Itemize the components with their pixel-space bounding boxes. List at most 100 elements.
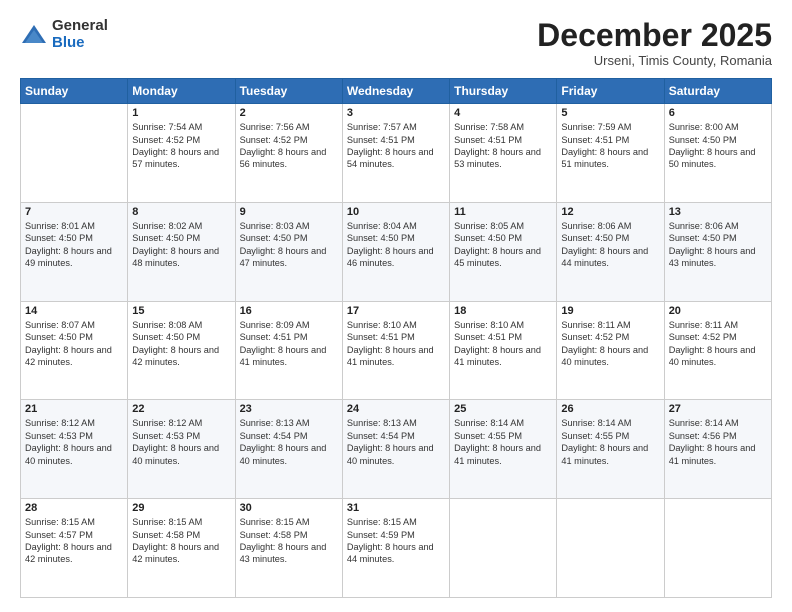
calendar-cell: 18Sunrise: 8:10 AMSunset: 4:51 PMDayligh… (450, 301, 557, 400)
header: General Blue December 2025 Urseni, Timis… (20, 18, 772, 68)
calendar-cell: 9 Sunrise: 8:03 AMSunset: 4:50 PMDaylight… (235, 202, 342, 301)
cell-info: Sunrise: 7:56 AMSunset: 4:52 PMDaylight:… (240, 121, 338, 171)
calendar-cell: 3Sunrise: 7:57 AMSunset: 4:51 PMDaylight… (342, 104, 449, 203)
day-number: 6 (669, 107, 767, 119)
cell-info: Sunrise: 7:58 AMSunset: 4:51 PMDaylight:… (454, 121, 552, 171)
day-number: 28 (25, 502, 123, 514)
calendar-cell: 5 Sunrise: 7:59 AMSunset: 4:51 PMDaylight… (557, 104, 664, 203)
cell-info: Sunrise: 7:54 AMSunset: 4:52 PMDaylight:… (132, 121, 230, 171)
cell-info: Sunrise: 8:15 AMSunset: 4:58 PMDaylight:… (240, 516, 338, 566)
weekday-header-wednesday: Wednesday (342, 79, 449, 104)
day-number: 8 (132, 206, 230, 218)
calendar-cell: 27Sunrise: 8:14 AMSunset: 4:56 PMDayligh… (664, 400, 771, 499)
calendar-cell: 8 Sunrise: 8:02 AMSunset: 4:50 PMDaylight… (128, 202, 235, 301)
day-number: 24 (347, 403, 445, 415)
cell-info: Sunrise: 8:08 AMSunset: 4:50 PMDaylight:… (132, 319, 230, 369)
logo-blue: Blue (52, 35, 108, 52)
day-number: 5 (561, 107, 659, 119)
day-number: 9 (240, 206, 338, 218)
cell-info: Sunrise: 8:05 AMSunset: 4:50 PMDaylight:… (454, 220, 552, 270)
calendar-cell: 26Sunrise: 8:14 AMSunset: 4:55 PMDayligh… (557, 400, 664, 499)
day-number: 4 (454, 107, 552, 119)
day-number: 16 (240, 305, 338, 317)
cell-info: Sunrise: 8:12 AMSunset: 4:53 PMDaylight:… (25, 417, 123, 467)
calendar-cell: 24 Sunrise: 8:13 AMSunset: 4:54 PMDayligh… (342, 400, 449, 499)
calendar-cell: 25Sunrise: 8:14 AMSunset: 4:55 PMDayligh… (450, 400, 557, 499)
calendar-cell (450, 499, 557, 598)
calendar-cell: 15 Sunrise: 8:08 AMSunset: 4:50 PMDayligh… (128, 301, 235, 400)
day-number: 15 (132, 305, 230, 317)
calendar-table: SundayMondayTuesdayWednesdayThursdayFrid… (20, 78, 772, 598)
cell-info: Sunrise: 8:00 AMSunset: 4:50 PMDaylight:… (669, 121, 767, 171)
logo-general: General (52, 18, 108, 35)
logo-text: General Blue (52, 18, 108, 51)
calendar-cell: 11 Sunrise: 8:05 AMSunset: 4:50 PMDayligh… (450, 202, 557, 301)
cell-info: Sunrise: 8:03 AMSunset: 4:50 PMDaylight:… (240, 220, 338, 270)
cell-info: Sunrise: 8:15 AMSunset: 4:57 PMDaylight:… (25, 516, 123, 566)
cell-info: Sunrise: 8:02 AMSunset: 4:50 PMDaylight:… (132, 220, 230, 270)
cell-info: Sunrise: 8:14 AMSunset: 4:56 PMDaylight:… (669, 417, 767, 467)
cell-info: Sunrise: 8:07 AMSunset: 4:50 PMDaylight:… (25, 319, 123, 369)
day-number: 19 (561, 305, 659, 317)
calendar-cell: 2 Sunrise: 7:56 AMSunset: 4:52 PMDaylight… (235, 104, 342, 203)
weekday-header-sunday: Sunday (21, 79, 128, 104)
day-number: 21 (25, 403, 123, 415)
calendar-cell: 28 Sunrise: 8:15 AMSunset: 4:57 PMDayligh… (21, 499, 128, 598)
calendar-cell: 16 Sunrise: 8:09 AMSunset: 4:51 PMDayligh… (235, 301, 342, 400)
calendar-cell: 10 Sunrise: 8:04 AMSunset: 4:50 PMDayligh… (342, 202, 449, 301)
day-number: 23 (240, 403, 338, 415)
calendar-cell: 12 Sunrise: 8:06 AMSunset: 4:50 PMDayligh… (557, 202, 664, 301)
day-number: 12 (561, 206, 659, 218)
week-row-5: 28 Sunrise: 8:15 AMSunset: 4:57 PMDayligh… (21, 499, 772, 598)
location-subtitle: Urseni, Timis County, Romania (537, 53, 772, 68)
logo-icon (20, 21, 48, 49)
day-number: 31 (347, 502, 445, 514)
calendar-cell: 22Sunrise: 8:12 AMSunset: 4:53 PMDayligh… (128, 400, 235, 499)
day-number: 22 (132, 403, 230, 415)
calendar-cell: 17 Sunrise: 8:10 AMSunset: 4:51 PMDayligh… (342, 301, 449, 400)
cell-info: Sunrise: 7:59 AMSunset: 4:51 PMDaylight:… (561, 121, 659, 171)
calendar-cell (557, 499, 664, 598)
day-number: 18 (454, 305, 552, 317)
cell-info: Sunrise: 8:11 AMSunset: 4:52 PMDaylight:… (561, 319, 659, 369)
week-row-4: 21 Sunrise: 8:12 AMSunset: 4:53 PMDayligh… (21, 400, 772, 499)
day-number: 2 (240, 107, 338, 119)
day-number: 10 (347, 206, 445, 218)
cell-info: Sunrise: 8:09 AMSunset: 4:51 PMDaylight:… (240, 319, 338, 369)
logo: General Blue (20, 18, 108, 51)
week-row-3: 14 Sunrise: 8:07 AMSunset: 4:50 PMDayligh… (21, 301, 772, 400)
cell-info: Sunrise: 8:11 AMSunset: 4:52 PMDaylight:… (669, 319, 767, 369)
title-block: December 2025 Urseni, Timis County, Roma… (537, 18, 772, 68)
day-number: 7 (25, 206, 123, 218)
calendar-cell: 23 Sunrise: 8:13 AMSunset: 4:54 PMDayligh… (235, 400, 342, 499)
calendar-cell: 19 Sunrise: 8:11 AMSunset: 4:52 PMDayligh… (557, 301, 664, 400)
cell-info: Sunrise: 8:01 AMSunset: 4:50 PMDaylight:… (25, 220, 123, 270)
weekday-header-thursday: Thursday (450, 79, 557, 104)
day-number: 1 (132, 107, 230, 119)
day-number: 25 (454, 403, 552, 415)
day-number: 20 (669, 305, 767, 317)
week-row-1: 1 Sunrise: 7:54 AMSunset: 4:52 PMDaylight… (21, 104, 772, 203)
cell-info: Sunrise: 8:06 AMSunset: 4:50 PMDaylight:… (669, 220, 767, 270)
calendar-cell (21, 104, 128, 203)
weekday-header-monday: Monday (128, 79, 235, 104)
day-number: 26 (561, 403, 659, 415)
calendar-cell: 13Sunrise: 8:06 AMSunset: 4:50 PMDayligh… (664, 202, 771, 301)
page: General Blue December 2025 Urseni, Timis… (0, 0, 792, 612)
weekday-header-friday: Friday (557, 79, 664, 104)
calendar-cell (664, 499, 771, 598)
cell-info: Sunrise: 8:15 AMSunset: 4:58 PMDaylight:… (132, 516, 230, 566)
day-number: 30 (240, 502, 338, 514)
calendar-cell: 14 Sunrise: 8:07 AMSunset: 4:50 PMDayligh… (21, 301, 128, 400)
day-number: 11 (454, 206, 552, 218)
cell-info: Sunrise: 8:04 AMSunset: 4:50 PMDaylight:… (347, 220, 445, 270)
day-number: 17 (347, 305, 445, 317)
cell-info: Sunrise: 8:13 AMSunset: 4:54 PMDaylight:… (347, 417, 445, 467)
cell-info: Sunrise: 8:13 AMSunset: 4:54 PMDaylight:… (240, 417, 338, 467)
calendar-cell: 7 Sunrise: 8:01 AMSunset: 4:50 PMDaylight… (21, 202, 128, 301)
day-number: 14 (25, 305, 123, 317)
cell-info: Sunrise: 8:06 AMSunset: 4:50 PMDaylight:… (561, 220, 659, 270)
calendar-cell: 21 Sunrise: 8:12 AMSunset: 4:53 PMDayligh… (21, 400, 128, 499)
weekday-header-saturday: Saturday (664, 79, 771, 104)
cell-info: Sunrise: 8:10 AMSunset: 4:51 PMDaylight:… (347, 319, 445, 369)
